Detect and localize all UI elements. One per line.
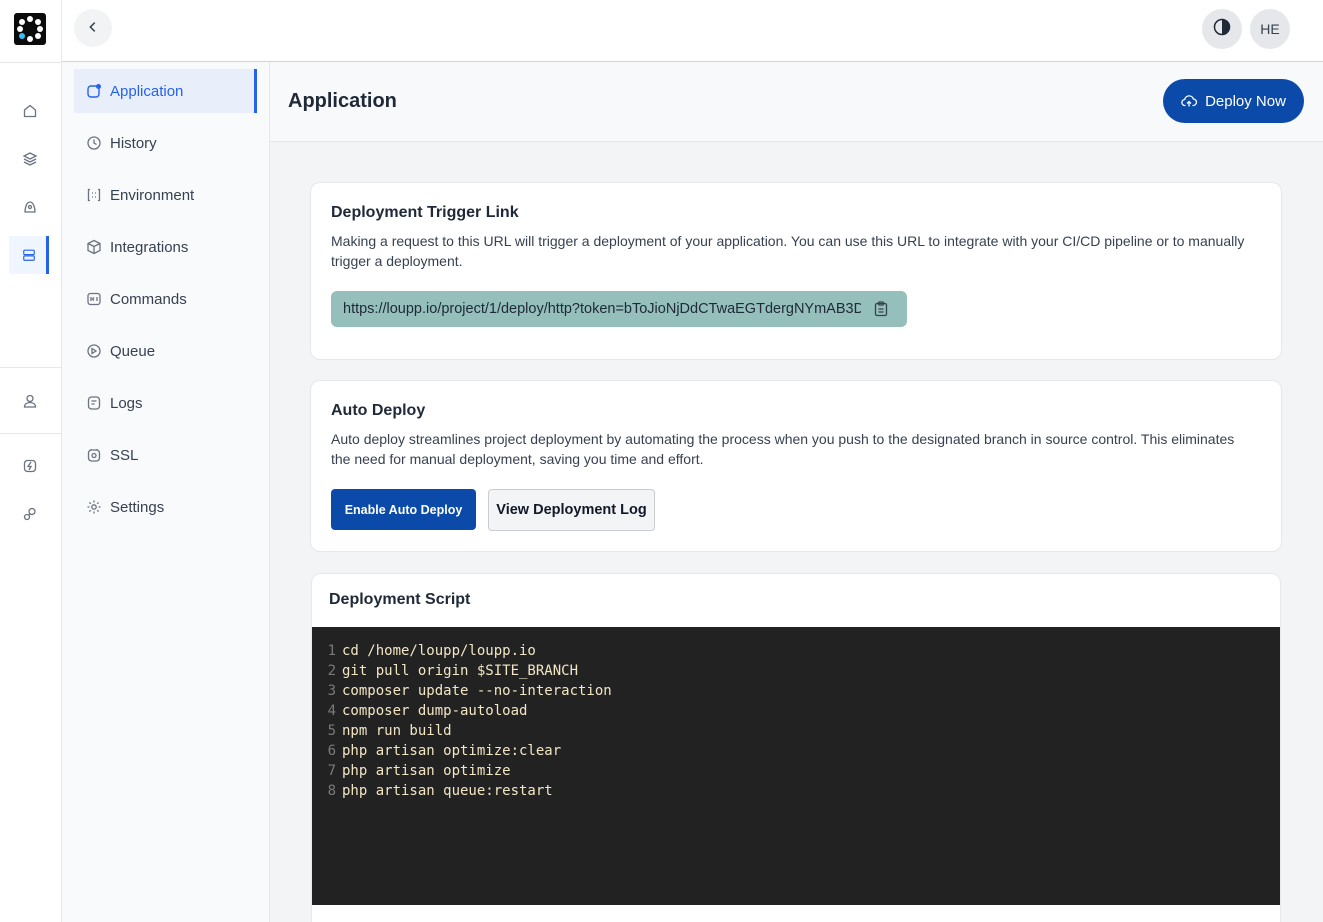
sidebar-item-commands[interactable]: Commands (74, 277, 257, 321)
line-number: 6 (327, 743, 336, 759)
cloud-upload-icon (1181, 93, 1198, 109)
theme-toggle-button[interactable] (1202, 9, 1242, 49)
top-bar: HE (62, 0, 1323, 62)
sidebar-item-label: History (110, 134, 157, 152)
sidebar-item-label: Settings (110, 498, 165, 516)
chevron-left-icon (86, 19, 100, 38)
card-description: Making a request to this URL will trigge… (331, 233, 1245, 269)
icon-rail (0, 0, 62, 922)
terminal-icon (86, 291, 102, 307)
enable-auto-deploy-button[interactable]: Enable Auto Deploy (331, 489, 476, 530)
sidebar-item-logs[interactable]: Logs (74, 381, 257, 425)
sidebar-item-queue[interactable]: Queue (74, 329, 257, 373)
lock-icon (86, 447, 102, 463)
code-line: 7 php artisan optimize (312, 761, 1280, 781)
sidebar-item-label: Commands (110, 290, 187, 308)
line-number: 5 (327, 723, 336, 739)
rail-divider (0, 367, 62, 368)
rail-divider (0, 62, 62, 63)
project-sidebar: Application History Environment Integrat… (62, 62, 270, 922)
sidebar-item-environment[interactable]: Environment (74, 173, 257, 217)
code-text: php artisan queue:restart (342, 783, 553, 799)
sidebar-item-label: Application (110, 82, 184, 100)
code-line: 5 npm run build (312, 721, 1280, 741)
code-line: 1 cd /home/loupp/loupp.io (312, 641, 1280, 661)
sidebar-item-label: Queue (110, 342, 156, 360)
contrast-icon (1213, 18, 1231, 40)
sidebar-item-label: SSL (110, 446, 139, 464)
clipboard-icon[interactable] (873, 301, 889, 317)
gear-icon (86, 499, 102, 515)
collapse-sidebar-button[interactable] (74, 9, 112, 47)
auto-deploy-card: Auto Deploy Auto deploy streamlines proj… (310, 380, 1282, 552)
view-deployment-log-button[interactable]: View Deployment Log (488, 489, 655, 531)
application-icon (86, 83, 102, 99)
line-number: 1 (327, 643, 336, 659)
history-icon (86, 135, 102, 151)
page-title: Application (288, 90, 397, 112)
line-number: 8 (327, 783, 336, 799)
code-line: 3 composer update --no-interaction (312, 681, 1280, 701)
deploy-now-label: Deploy Now (1205, 92, 1286, 110)
server-icon[interactable] (9, 236, 49, 274)
queue-icon (86, 343, 102, 359)
logo[interactable] (14, 13, 46, 45)
line-number: 7 (327, 763, 336, 779)
code-text: git pull origin $SITE_BRANCH (342, 663, 579, 679)
layers-icon[interactable] (18, 147, 42, 171)
code-editor[interactable]: 1 cd /home/loupp/loupp.io 2 git pull origi… (312, 627, 1280, 905)
sidebar-item-history[interactable]: History (74, 121, 257, 165)
main-content: Application Deploy Now Deployment Trigge… (270, 62, 1323, 922)
deployment-script-card: Deployment Script 1 cd /home/loupp/loupp.… (311, 573, 1281, 922)
sidebar-item-label: Logs (110, 394, 143, 412)
code-text: php artisan optimize (342, 763, 511, 779)
code-text: composer update --no-interaction (342, 683, 612, 699)
trigger-url[interactable]: https://loupp.io/project/1/deploy/http?t… (343, 301, 861, 317)
code-text: npm run build (342, 723, 452, 739)
trigger-url-field[interactable]: https://loupp.io/project/1/deploy/http?t… (331, 291, 907, 327)
sidebar-item-integrations[interactable]: Integrations (74, 225, 257, 269)
card-title: Deployment Trigger Link (331, 204, 519, 221)
key-icon[interactable] (18, 502, 42, 526)
trigger-link-card: Deployment Trigger Link Making a request… (310, 182, 1282, 360)
page-header: Application Deploy Now (270, 62, 1323, 142)
card-title: Auto Deploy (331, 402, 426, 419)
logs-icon (86, 395, 102, 411)
avatar[interactable]: HE (1250, 9, 1290, 49)
user-icon[interactable] (18, 389, 42, 413)
code-text: php artisan optimize:clear (342, 743, 562, 759)
code-line: 4 composer dump-autoload (312, 701, 1280, 721)
code-line: 6 php artisan optimize:clear (312, 741, 1280, 761)
card-description: Auto deploy streamlines project deployme… (331, 431, 1235, 467)
code-line: 2 git pull origin $SITE_BRANCH (312, 661, 1280, 681)
code-line: 8 php artisan queue:restart (312, 781, 1280, 801)
deploy-now-button[interactable]: Deploy Now (1163, 79, 1304, 123)
home-icon[interactable] (18, 99, 42, 123)
code-text: composer dump-autoload (342, 703, 528, 719)
sidebar-item-ssl[interactable]: SSL (74, 433, 257, 477)
rocket-icon[interactable] (18, 195, 42, 219)
sidebar-item-settings[interactable]: Settings (74, 485, 257, 529)
line-number: 3 (327, 683, 336, 699)
sidebar-item-application[interactable]: Application (74, 69, 257, 113)
code-text: cd /home/loupp/loupp.io (342, 643, 536, 659)
card-title: Deployment Script (329, 591, 471, 608)
environment-icon (86, 187, 102, 203)
line-number: 4 (327, 703, 336, 719)
cube-icon (86, 239, 102, 255)
sidebar-item-label: Integrations (110, 238, 189, 256)
bolt-icon[interactable] (18, 454, 42, 478)
rail-divider (0, 433, 62, 434)
line-number: 2 (327, 663, 336, 679)
sidebar-item-label: Environment (110, 186, 195, 204)
